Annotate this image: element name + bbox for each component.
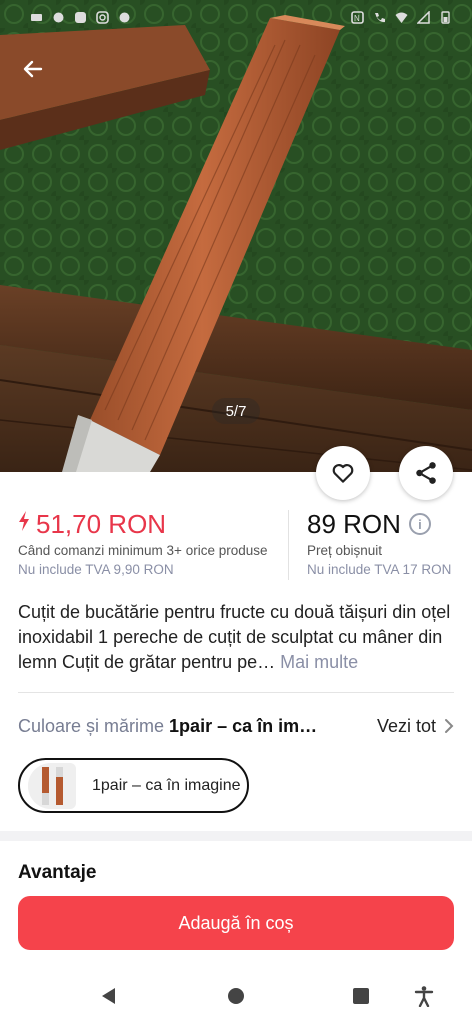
svg-text:N: N (354, 14, 360, 23)
product-title-text: Cuțit de bucătărie pentru fructe cu două… (18, 602, 451, 672)
add-to-cart-button[interactable]: Adaugă în coș (18, 896, 454, 950)
variant-label: Culoare și mărime (18, 715, 165, 736)
status-left-icons (30, 10, 131, 24)
app-icon (118, 11, 131, 24)
see-all-label: Vezi tot (376, 715, 436, 736)
divider (18, 692, 454, 693)
variant-thumbnail (28, 762, 76, 809)
favorite-button[interactable] (316, 446, 370, 500)
wifi-icon (395, 11, 408, 24)
nfc-icon: N (351, 10, 364, 24)
instagram-icon (96, 10, 109, 24)
regular-price-value: 89 RON (307, 508, 401, 539)
share-button[interactable] (399, 446, 453, 500)
arrow-left-icon (23, 60, 43, 78)
product-title[interactable]: Cuțit de bucătărie pentru fructe cu două… (18, 600, 458, 675)
variant-selector-row[interactable]: Culoare și mărime 1pair – ca în im… Vezi… (18, 712, 454, 740)
accessibility-button[interactable] (412, 984, 436, 1008)
price-divider (288, 510, 289, 580)
sale-vat-note: Nu include TVA 9,90 RON (18, 562, 174, 577)
sale-price: 51,70 RON (18, 508, 288, 540)
app-icon (52, 11, 65, 24)
variant-chip-label: 1pair – ca în imagine (92, 776, 241, 794)
square-recents-icon (353, 988, 369, 1004)
circle-home-icon (228, 988, 244, 1004)
sale-price-value: 51,70 RON (36, 508, 167, 539)
status-bar: N (0, 0, 472, 34)
no-sim-icon (417, 10, 430, 24)
app-icon (74, 11, 87, 24)
image-counter: 5/7 (212, 398, 260, 424)
call-icon (373, 11, 386, 24)
share-icon (416, 462, 436, 484)
variant-chip[interactable]: 1pair – ca în imagine (18, 758, 249, 813)
section-separator (0, 831, 472, 841)
see-all-button[interactable]: Vezi tot (377, 716, 454, 737)
nav-back-button[interactable] (97, 984, 121, 1008)
product-image-carousel[interactable]: N 5/7 (0, 0, 472, 472)
regular-price-section: 89 RON i Preț obișnuit Nu include TVA 17… (307, 508, 458, 582)
status-right-icons: N (351, 10, 452, 24)
lightning-icon (18, 511, 30, 537)
nav-recents-button[interactable] (349, 984, 373, 1008)
regular-price: 89 RON i (307, 508, 458, 540)
system-nav-bar (0, 966, 472, 1024)
heart-icon (332, 464, 354, 483)
regular-price-label: Preț obișnuit (307, 543, 383, 558)
more-link[interactable]: Mai multe (280, 652, 358, 672)
signal-icon (30, 11, 43, 24)
variant-value: 1pair – ca în im… (169, 715, 318, 736)
price-block: 51,70 RON Când comanzi minimum 3+ orice … (18, 508, 458, 582)
info-icon[interactable]: i (408, 513, 431, 535)
advantages-heading: Avantaje (18, 862, 97, 883)
chevron-right-icon (445, 719, 454, 733)
sale-condition: Când comanzi minimum 3+ orice produse (18, 543, 268, 558)
nav-home-button[interactable] (224, 984, 248, 1008)
regular-vat-note: Nu include TVA 17 RON (307, 562, 452, 577)
back-button[interactable] (14, 50, 52, 88)
triangle-back-icon (102, 988, 115, 1004)
sale-price-section: 51,70 RON Când comanzi minimum 3+ orice … (18, 508, 288, 582)
battery-icon (439, 10, 452, 24)
bottom-action-bar: Adaugă în coș (0, 886, 472, 966)
accessibility-icon (414, 986, 434, 1007)
